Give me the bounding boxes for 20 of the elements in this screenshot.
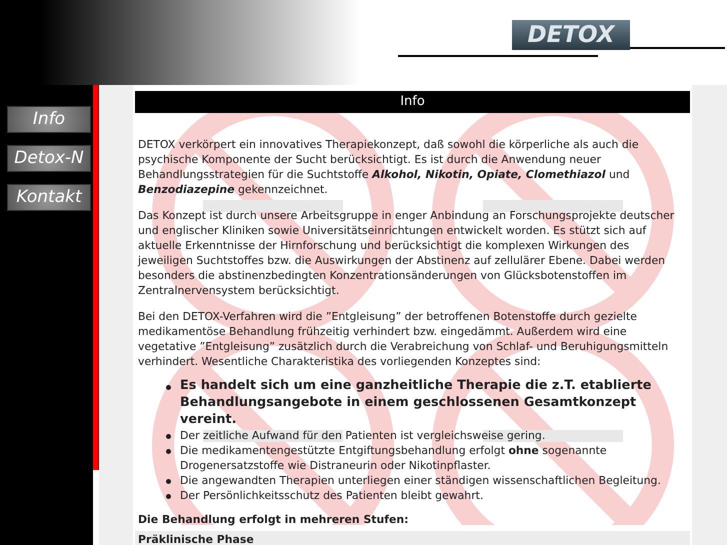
paragraph: Bei den DETOX-Verfahren wird die ”Entgleisung” der betroffenen Botenstoffe durch gezielte medikamentöse Behandlung frühzeitig verhindert bzw. eingedämmt. Außerdem wird eine vegetative ”Entgleisung” zusätzlich durch die Verabreichung von Schlaf- und Beruhigungsmitteln verhindert. Wesentliche Charakteristika des vorliegenden Konzeptes sind: <box>138 309 670 369</box>
bullet-icon <box>166 449 171 454</box>
paragraph: Das Konzept ist durch unsere Arbeitsgruppe in enger Anbindung an Forschungsprojekte deutscher und englischer Kliniken sowie Universitätseinrichtungen entwickelt worden. Es stützt sich auf aktuelle Erkenntnisse der Hirnforschung und berücksichtigt die komplexen Wirkungen des jeweiligen Suchtstoffes bzw. die Auswirkungen der Abstinenz auf zellulärer Ebene. Dabei werden besonders die abstinenzbedingten Konzentrationsänderungen von Glücksbotenstoffen im Zentralnervensystem berücksichtigt. <box>138 208 676 298</box>
page-title: Info <box>135 91 690 113</box>
list-item-text: Die angewandten Therapien unterliegen einer ständigen wissenschaftlichen Begleitung. <box>180 473 661 488</box>
section-heading: Die Behandlung erfolgt in mehreren Stufen: <box>137 512 410 527</box>
list-item-text: Der Persönlichkeitsschutz des Patienten bleibt gewahrt. <box>180 488 484 503</box>
list-item-text: Es handelt sich um eine ganzheitliche Therapie die z.T. etablierte Behandlungsangebote in einem geschlossenen Gesamtkonzept vereint. <box>180 377 652 428</box>
paragraph: DETOX verkörpert ein innovatives Therapiekonzept, daß sowohl die körperliche als auch die psychische Komponente der Sucht berücksichtigt. Es ist durch die Anwendung neuer Behandlungsstrategien für die Suchtstoffe Alkohol, Nikotin, Opiate, Clomethiazol und Benzodiazepine gekennzeichnet. <box>138 137 640 197</box>
bullet-icon <box>166 434 171 439</box>
nav-button[interactable]: Detox-N <box>7 145 91 172</box>
logo: DETOX <box>512 20 630 50</box>
list-item-text: Der zeitliche Aufwand für den Patienten ist vergleichsweise gering. <box>180 428 546 443</box>
list-item-text: Die medikamentengestützte Entgiftungsbehandlung erfolgt ohne sogenannte Drogenersatzstoffe wie Distraneurin oder Nikotinpflaster. <box>180 443 608 473</box>
phase-heading: Präklinische Phase <box>135 531 690 545</box>
nav-button[interactable]: Info <box>7 106 91 133</box>
bullet-icon <box>166 494 171 499</box>
bullet-icon <box>166 479 171 484</box>
nav-button[interactable]: Kontakt <box>7 184 91 211</box>
bullet-icon <box>166 385 171 390</box>
